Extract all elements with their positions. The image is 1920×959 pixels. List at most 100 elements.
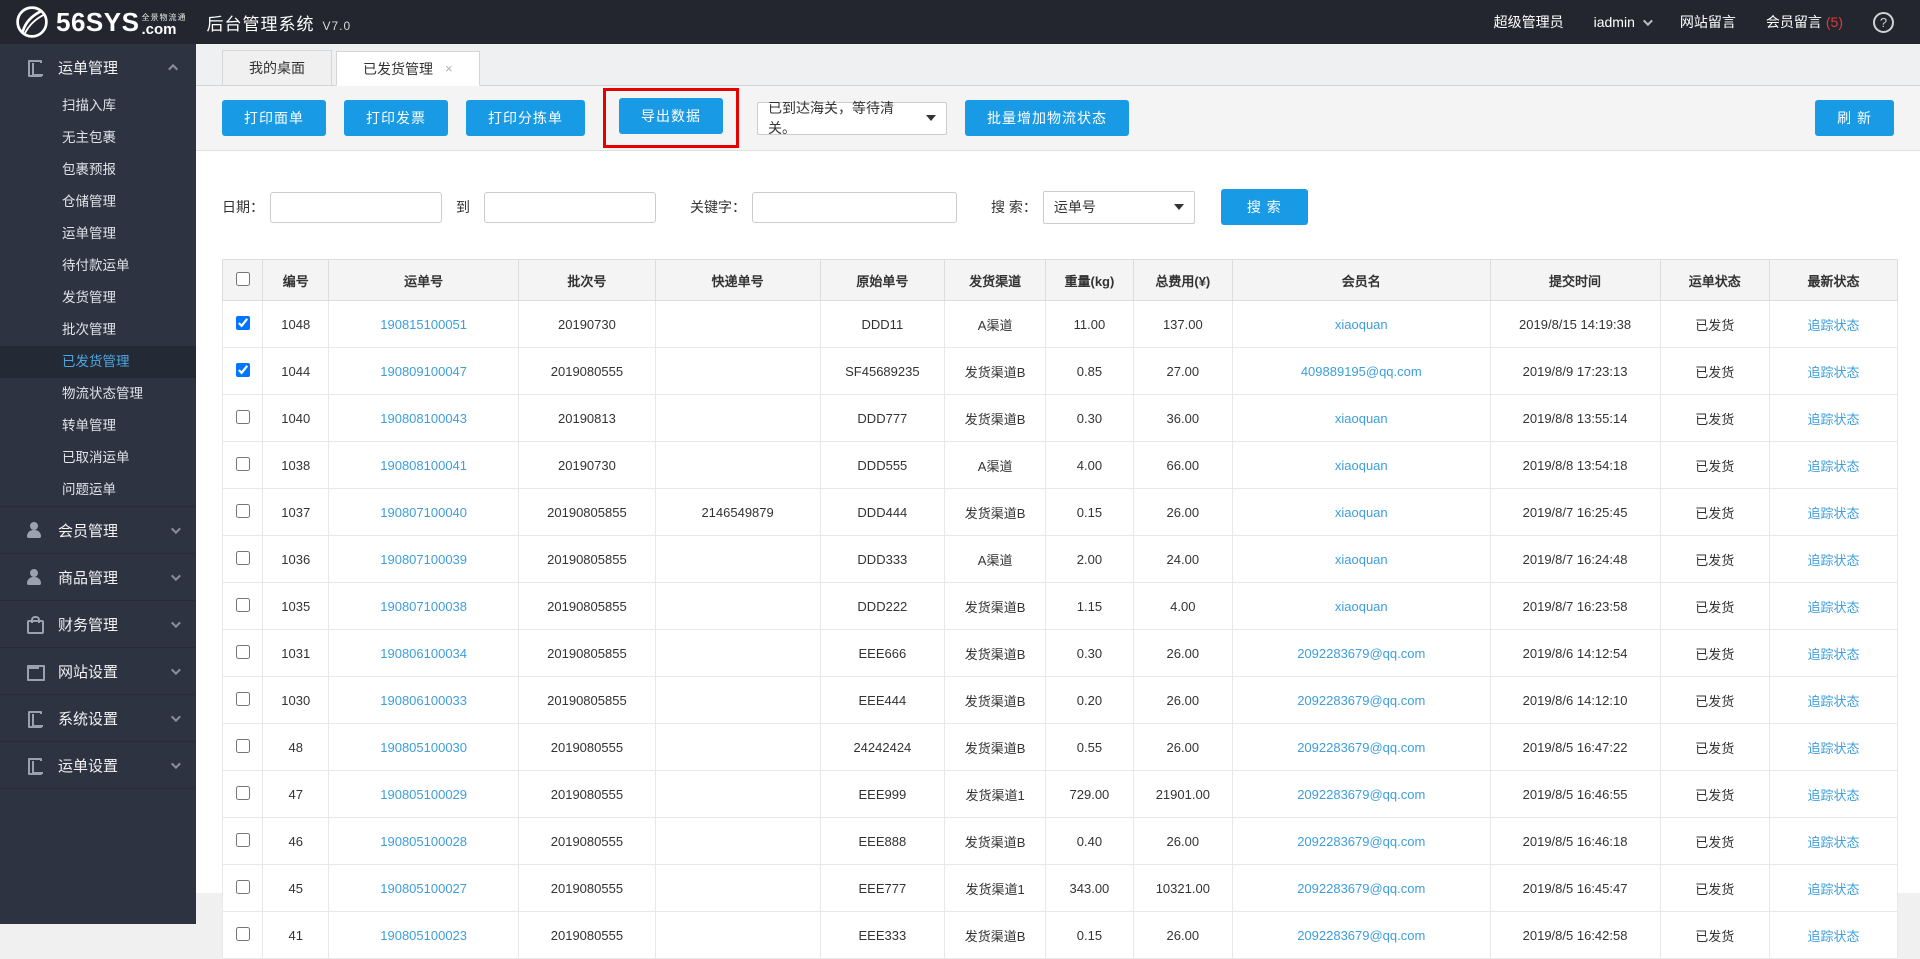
logistics-status-select[interactable]: 已到达海关，等待清关。 bbox=[757, 102, 947, 135]
waybill-link[interactable]: 190805100023 bbox=[380, 928, 467, 943]
sidebar-item[interactable]: 批次管理 bbox=[0, 314, 196, 346]
tracking-status-link[interactable]: 追踪状态 bbox=[1807, 929, 1859, 944]
batch-add-status-button[interactable]: 批量增加物流状态 bbox=[965, 100, 1129, 136]
member-link[interactable]: xiaoquan bbox=[1335, 552, 1388, 567]
keyword-input[interactable] bbox=[752, 192, 957, 223]
member-link[interactable]: 2092283679@qq.com bbox=[1297, 693, 1425, 708]
tracking-status-link[interactable]: 追踪状态 bbox=[1807, 741, 1859, 756]
waybill-link[interactable]: 190805100027 bbox=[380, 881, 467, 896]
member-link[interactable]: 2092283679@qq.com bbox=[1297, 834, 1425, 849]
date-from-input[interactable] bbox=[270, 192, 442, 223]
member-link[interactable]: xiaoquan bbox=[1335, 317, 1388, 332]
tracking-status-link[interactable]: 追踪状态 bbox=[1807, 459, 1859, 474]
row-checkbox[interactable] bbox=[236, 833, 250, 847]
user-menu[interactable]: iadmin bbox=[1594, 14, 1650, 30]
tracking-status-link[interactable]: 追踪状态 bbox=[1807, 647, 1859, 662]
row-checkbox[interactable] bbox=[236, 598, 250, 612]
row-checkbox[interactable] bbox=[236, 739, 250, 753]
member-link[interactable]: 409889195@qq.com bbox=[1301, 364, 1422, 379]
print-label-button[interactable]: 打印面单 bbox=[222, 100, 326, 136]
row-checkbox[interactable] bbox=[236, 316, 250, 330]
sidebar-item[interactable]: 仓储管理 bbox=[0, 186, 196, 218]
tracking-status-link[interactable]: 追踪状态 bbox=[1807, 318, 1859, 333]
site-messages-link[interactable]: 网站留言 bbox=[1680, 12, 1736, 32]
waybill-link[interactable]: 190807100038 bbox=[380, 599, 467, 614]
waybill-link[interactable]: 190806100033 bbox=[380, 693, 467, 708]
member-link[interactable]: 2092283679@qq.com bbox=[1297, 928, 1425, 943]
sidebar-item[interactable]: 已发货管理 bbox=[0, 346, 196, 378]
search-type-select[interactable]: 运单号 bbox=[1043, 191, 1195, 224]
waybill-link[interactable]: 190807100040 bbox=[380, 505, 467, 520]
tracking-status-link[interactable]: 追踪状态 bbox=[1807, 553, 1859, 568]
tracking-status-link[interactable]: 追踪状态 bbox=[1807, 506, 1859, 521]
row-checkbox[interactable] bbox=[236, 504, 250, 518]
waybill-link[interactable]: 190815100051 bbox=[380, 317, 467, 332]
sidebar-section-header[interactable]: 运单管理 bbox=[0, 44, 196, 90]
sidebar-item[interactable]: 发货管理 bbox=[0, 282, 196, 314]
sidebar-item[interactable]: 运单管理 bbox=[0, 218, 196, 250]
waybill-link[interactable]: 190805100029 bbox=[380, 787, 467, 802]
member-link[interactable]: 2092283679@qq.com bbox=[1297, 881, 1425, 896]
sidebar-item[interactable]: 转单管理 bbox=[0, 410, 196, 442]
sidebar-item[interactable]: 无主包裹 bbox=[0, 122, 196, 154]
member-link[interactable]: xiaoquan bbox=[1335, 458, 1388, 473]
sidebar-item[interactable]: 问题运单 bbox=[0, 474, 196, 506]
row-checkbox[interactable] bbox=[236, 880, 250, 894]
tracking-status-link[interactable]: 追踪状态 bbox=[1807, 412, 1859, 427]
tracking-status-link[interactable]: 追踪状态 bbox=[1807, 788, 1859, 803]
member-link[interactable]: xiaoquan bbox=[1335, 599, 1388, 614]
row-checkbox[interactable] bbox=[236, 692, 250, 706]
row-checkbox[interactable] bbox=[236, 457, 250, 471]
id-cell: 1030 bbox=[263, 677, 329, 724]
tab-inactive[interactable]: 我的桌面 bbox=[222, 50, 332, 85]
sidebar-section-header[interactable]: 会员管理 bbox=[0, 507, 196, 553]
search-button[interactable]: 搜 索 bbox=[1221, 189, 1308, 225]
table-row: 1037190807100040201908058552146549879DDD… bbox=[223, 489, 1898, 536]
row-checkbox[interactable] bbox=[236, 551, 250, 565]
waybill-link[interactable]: 190808100043 bbox=[380, 411, 467, 426]
waybill-link[interactable]: 190809100047 bbox=[380, 364, 467, 379]
toolbar: 打印面单 打印发票 打印分拣单 导出数据 已到达海关，等待清关。 批量增加物流状… bbox=[196, 86, 1920, 151]
tracking-status-link[interactable]: 追踪状态 bbox=[1807, 365, 1859, 380]
waybill-link[interactable]: 190805100028 bbox=[380, 834, 467, 849]
row-checkbox[interactable] bbox=[236, 786, 250, 800]
tab-active[interactable]: 已发货管理× bbox=[336, 51, 480, 86]
help-icon[interactable]: ? bbox=[1873, 12, 1894, 33]
refresh-button[interactable]: 刷 新 bbox=[1815, 100, 1894, 136]
row-checkbox[interactable] bbox=[236, 410, 250, 424]
waybill-link[interactable]: 190805100030 bbox=[380, 740, 467, 755]
sidebar-section-header[interactable]: 系统设置 bbox=[0, 695, 196, 741]
sidebar-item[interactable]: 待付款运单 bbox=[0, 250, 196, 282]
export-data-button[interactable]: 导出数据 bbox=[619, 98, 723, 134]
sidebar-item[interactable]: 包裹预报 bbox=[0, 154, 196, 186]
tracking-status-link[interactable]: 追踪状态 bbox=[1807, 882, 1859, 897]
tracking-status-link[interactable]: 追踪状态 bbox=[1807, 694, 1859, 709]
waybill-link[interactable]: 190807100039 bbox=[380, 552, 467, 567]
sidebar-section-header[interactable]: 网站设置 bbox=[0, 648, 196, 694]
row-checkbox[interactable] bbox=[236, 363, 250, 377]
sidebar-section-header[interactable]: 财务管理 bbox=[0, 601, 196, 647]
waybill-link[interactable]: 190806100034 bbox=[380, 646, 467, 661]
member-messages-link[interactable]: 会员留言(5) bbox=[1766, 12, 1843, 32]
date-to-input[interactable] bbox=[484, 192, 656, 223]
sidebar-item[interactable]: 物流状态管理 bbox=[0, 378, 196, 410]
tracking-status-link[interactable]: 追踪状态 bbox=[1807, 600, 1859, 615]
sidebar-item[interactable]: 已取消运单 bbox=[0, 442, 196, 474]
row-checkbox[interactable] bbox=[236, 645, 250, 659]
member-link[interactable]: 2092283679@qq.com bbox=[1297, 740, 1425, 755]
waybill-link[interactable]: 190808100041 bbox=[380, 458, 467, 473]
print-sorting-button[interactable]: 打印分拣单 bbox=[466, 100, 585, 136]
sidebar-section-header[interactable]: 运单设置 bbox=[0, 742, 196, 788]
member-link[interactable]: xiaoquan bbox=[1335, 411, 1388, 426]
row-checkbox[interactable] bbox=[236, 927, 250, 941]
sidebar-section-label: 系统设置 bbox=[58, 708, 118, 729]
member-link[interactable]: 2092283679@qq.com bbox=[1297, 787, 1425, 802]
tab-close-icon[interactable]: × bbox=[445, 61, 453, 76]
member-link[interactable]: 2092283679@qq.com bbox=[1297, 646, 1425, 661]
print-invoice-button[interactable]: 打印发票 bbox=[344, 100, 448, 136]
select-all-checkbox[interactable] bbox=[236, 272, 250, 286]
sidebar-item[interactable]: 扫描入库 bbox=[0, 90, 196, 122]
sidebar-section-header[interactable]: 商品管理 bbox=[0, 554, 196, 600]
member-link[interactable]: xiaoquan bbox=[1335, 505, 1388, 520]
tracking-status-link[interactable]: 追踪状态 bbox=[1807, 835, 1859, 850]
